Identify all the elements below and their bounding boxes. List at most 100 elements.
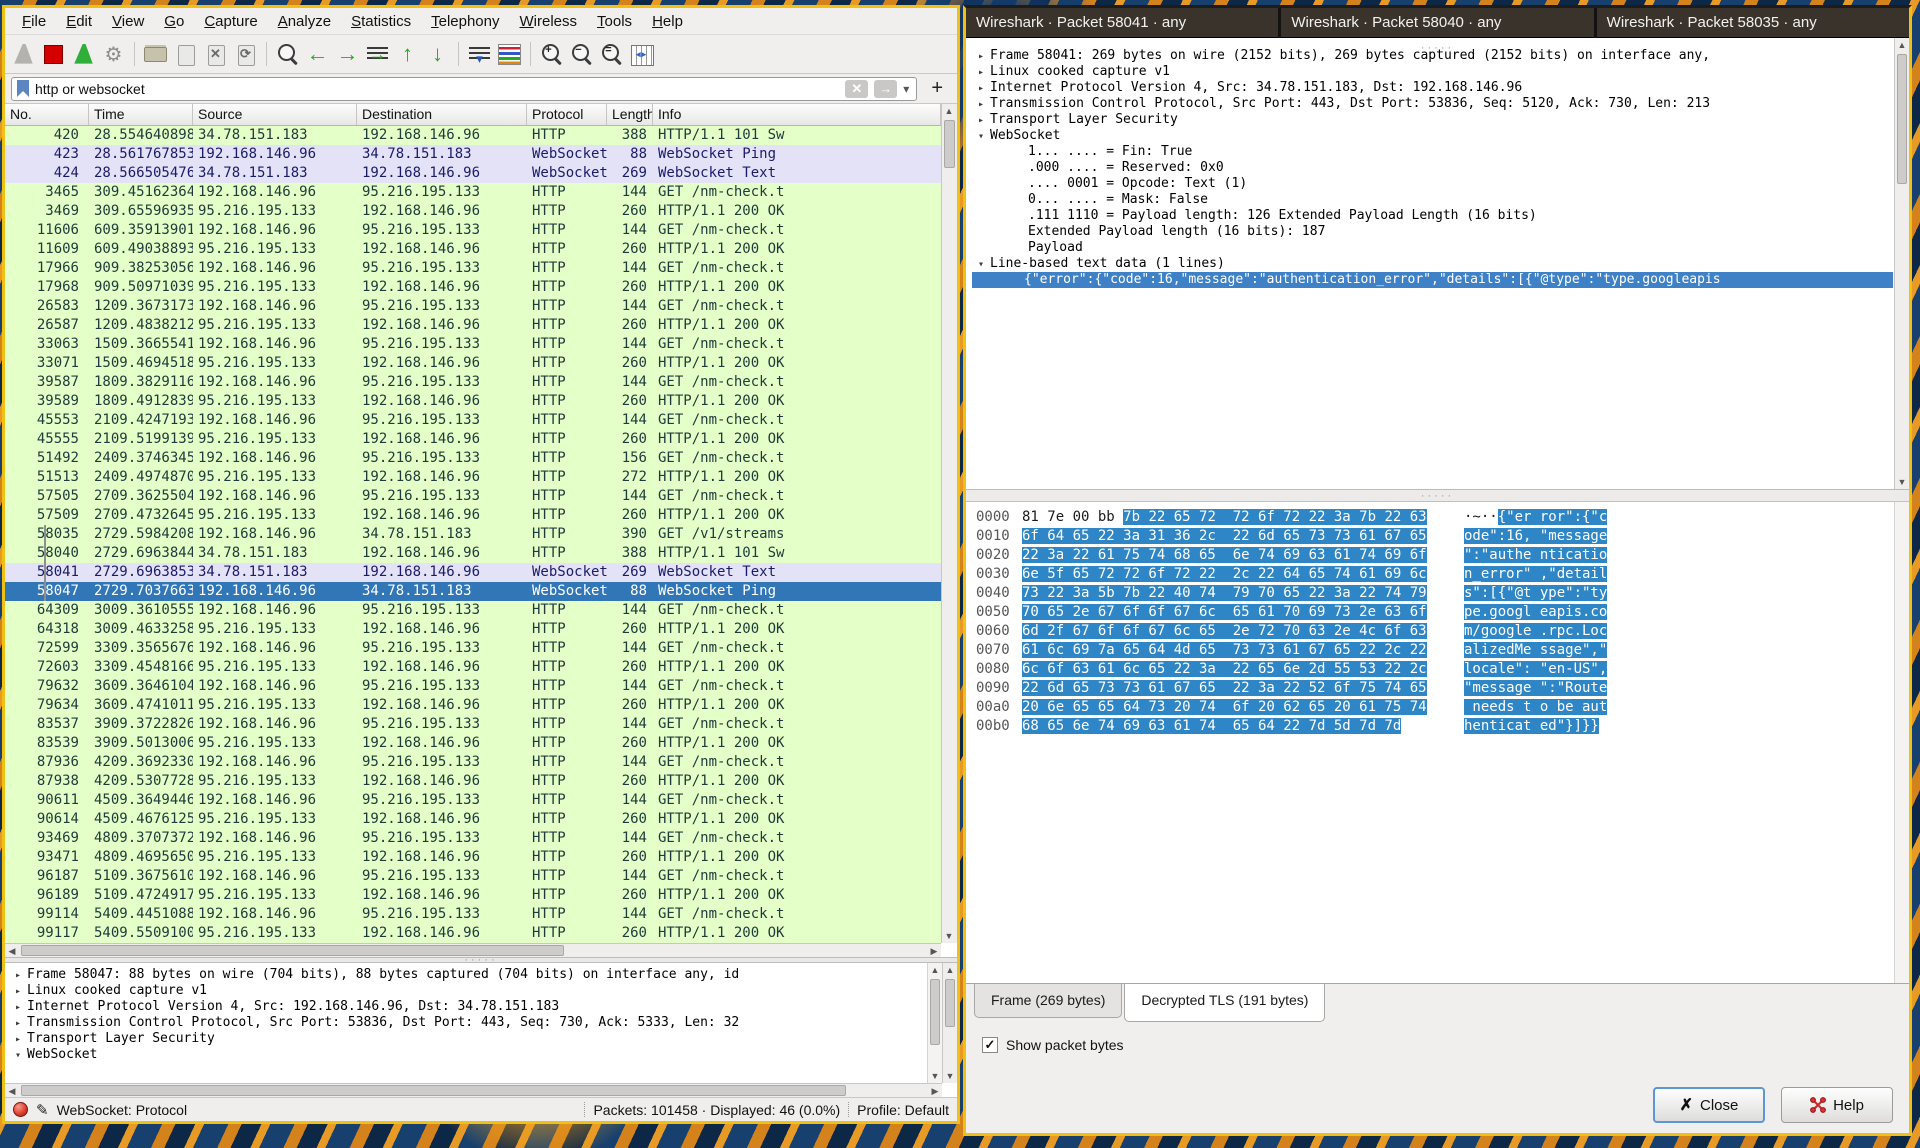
- detail-row[interactable]: ▾WebSocket: [9, 1047, 921, 1063]
- window-titlebar[interactable]: Wireshark · Packet 58040 · any: [1281, 8, 1593, 38]
- packet-row[interactable]: 991145409.4451088…192.168.146.9695.216.1…: [5, 905, 941, 924]
- go-first-packet-icon[interactable]: ↑: [394, 41, 421, 68]
- menu-view[interactable]: View: [103, 11, 153, 32]
- tree-row[interactable]: ▸Transport Layer Security: [972, 112, 1893, 128]
- packet-row[interactable]: 11609609.49038893195.216.195.133192.168.…: [5, 240, 941, 259]
- expand-arrow-icon[interactable]: ▸: [972, 65, 990, 80]
- hex-row[interactable]: 00806c 6f 63 61 6c 65 22 3a 22 65 6e 2d …: [976, 660, 1909, 679]
- start-capture-icon[interactable]: [10, 41, 37, 68]
- tab-decrypted-tls-191-bytes-[interactable]: Decrypted TLS (191 bytes): [1124, 984, 1325, 1022]
- packet-row[interactable]: 330711509.4694518…95.216.195.133192.168.…: [5, 354, 941, 373]
- hex-row[interactable]: 00606d 2f 67 6f 6f 67 6c 65 2e 72 70 63 …: [976, 622, 1909, 641]
- packet-row[interactable]: 395871809.3829116…192.168.146.9695.216.1…: [5, 373, 941, 392]
- reload-capture-icon[interactable]: ⟳: [232, 41, 259, 68]
- scroll-down-icon[interactable]: ▼: [1895, 475, 1909, 489]
- packet-row[interactable]: 906144509.4676125…95.216.195.133192.168.…: [5, 810, 941, 829]
- capture-options-icon[interactable]: ⚙: [100, 41, 127, 68]
- column-header-destination[interactable]: Destination: [357, 104, 527, 125]
- detail-row[interactable]: ▸Internet Protocol Version 4, Src: 192.1…: [9, 999, 921, 1015]
- hscroll-thumb[interactable]: [21, 945, 564, 956]
- go-last-packet-icon[interactable]: ↓: [424, 41, 451, 68]
- scroll-down-icon[interactable]: ▼: [943, 1069, 957, 1083]
- packet-row[interactable]: 725993309.3565676…192.168.146.9695.216.1…: [5, 639, 941, 658]
- expand-arrow-icon[interactable]: ▸: [9, 968, 27, 983]
- tree-row[interactable]: ▸Transmission Control Protocol, Src Port…: [972, 96, 1893, 112]
- colorize-icon[interactable]: [496, 41, 523, 68]
- packet-row[interactable]: 42328.561767853192.168.146.9634.78.151.1…: [5, 145, 941, 164]
- scroll-up-icon[interactable]: ▲: [942, 104, 956, 118]
- hex-row[interactable]: 007061 6c 69 7a 65 64 4d 65 73 73 61 67 …: [976, 641, 1909, 660]
- hex-row[interactable]: 009022 6d 65 73 73 61 67 65 22 3a 22 52 …: [976, 679, 1909, 698]
- go-forward-icon[interactable]: →: [334, 41, 361, 68]
- scroll-right-icon[interactable]: ▶: [927, 944, 941, 958]
- expand-arrow-icon[interactable]: ▸: [9, 984, 27, 999]
- menu-wireless[interactable]: Wireless: [511, 11, 587, 32]
- packet-row[interactable]: 17966909.382530564192.168.146.9695.216.1…: [5, 259, 941, 278]
- filter-add-button[interactable]: +: [923, 77, 951, 100]
- packet-row[interactable]: 514922409.3746345…192.168.146.9695.216.1…: [5, 449, 941, 468]
- tree-vscrollbar[interactable]: ▲ ▼: [1894, 38, 1909, 489]
- details-vscrollbar[interactable]: ▲ ▼: [942, 963, 957, 1083]
- tree-row[interactable]: .111 1110 = Payload length: 126 Extended…: [972, 208, 1893, 224]
- go-to-packet-icon[interactable]: →: [364, 41, 391, 68]
- tree-row[interactable]: ▸Frame 58041: 269 bytes on wire (2152 bi…: [972, 48, 1893, 64]
- zoom-out-icon[interactable]: −: [568, 41, 595, 68]
- packet-row[interactable]: 643183009.4633258…95.216.195.133192.168.…: [5, 620, 941, 639]
- stop-capture-icon[interactable]: [40, 41, 67, 68]
- tree-row[interactable]: ▾Line-based text data (1 lines): [972, 256, 1893, 272]
- tree-row[interactable]: Extended Payload length (16 bits): 187: [972, 224, 1893, 240]
- tree-row[interactable]: Payload: [972, 240, 1893, 256]
- packet-row[interactable]: 580402729.6963844…34.78.151.183192.168.1…: [5, 544, 941, 563]
- packet-list-vscrollbar[interactable]: ▲ ▼: [941, 104, 957, 943]
- hex-row[interactable]: 005070 65 2e 67 6f 6f 67 6c 65 61 70 69 …: [976, 603, 1909, 622]
- packet-row[interactable]: 575052709.3625504…192.168.146.9695.216.1…: [5, 487, 941, 506]
- detail-row[interactable]: ▸Linux cooked capture v1: [9, 983, 921, 999]
- packet-row[interactable]: 991175409.5509100…95.216.195.133192.168.…: [5, 924, 941, 943]
- tree-row[interactable]: 1... .... = Fin: True: [972, 144, 1893, 160]
- packet-list-hscrollbar[interactable]: ◀ ▶: [5, 943, 941, 957]
- show-packet-bytes-checkbox[interactable]: ✓: [982, 1037, 998, 1053]
- hex-row[interactable]: 00106f 64 65 22 3a 31 36 2c 22 6d 65 73 …: [976, 527, 1909, 546]
- vscroll-thumb[interactable]: [1897, 54, 1907, 184]
- packet-row[interactable]: 580412729.6963853…34.78.151.183192.168.1…: [5, 563, 941, 582]
- packet-row[interactable]: 455552109.5199139…95.216.195.133192.168.…: [5, 430, 941, 449]
- column-header-source[interactable]: Source: [193, 104, 357, 125]
- scroll-up-icon[interactable]: ▲: [1895, 38, 1909, 52]
- auto-scroll-icon[interactable]: ▾: [466, 41, 493, 68]
- packet-row[interactable]: 934714809.4695650…95.216.195.133192.168.…: [5, 848, 941, 867]
- hex-row[interactable]: 00a020 6e 65 65 64 73 20 74 6f 20 62 65 …: [976, 698, 1909, 717]
- packet-row[interactable]: 42028.55464089834.78.151.183192.168.146.…: [5, 126, 941, 145]
- menu-go[interactable]: Go: [155, 11, 193, 32]
- resize-columns-icon[interactable]: ◂▸: [628, 41, 655, 68]
- menu-file[interactable]: File: [13, 11, 55, 32]
- detail-row[interactable]: ▸Transport Layer Security: [9, 1031, 921, 1047]
- column-header-info[interactable]: Info: [653, 104, 941, 125]
- packet-row[interactable]: 879364209.3692330…192.168.146.9695.216.1…: [5, 753, 941, 772]
- packet-row[interactable]: 17968909.50971039195.216.195.133192.168.…: [5, 278, 941, 297]
- hex-row[interactable]: 004073 22 3a 5b 7b 22 40 74 79 70 65 22 …: [976, 584, 1909, 603]
- packet-row[interactable]: 11606609.359139013192.168.146.9695.216.1…: [5, 221, 941, 240]
- zoom-100-icon[interactable]: =: [598, 41, 625, 68]
- scroll-down-icon[interactable]: ▼: [928, 1069, 942, 1083]
- close-button[interactable]: ✗ Close: [1653, 1087, 1765, 1123]
- edit-comment-icon[interactable]: ✎: [36, 1101, 49, 1119]
- tree-row[interactable]: .000 .... = Reserved: 0x0: [972, 160, 1893, 176]
- packet-row[interactable]: 265831209.3673173…192.168.146.9695.216.1…: [5, 297, 941, 316]
- expert-info-icon[interactable]: [13, 1102, 28, 1117]
- packet-row[interactable]: 906114509.3649446…192.168.146.9695.216.1…: [5, 791, 941, 810]
- expand-arrow-icon[interactable]: ▸: [9, 1032, 27, 1047]
- scroll-down-icon[interactable]: ▼: [942, 929, 956, 943]
- packet-row[interactable]: 835393909.5013006…95.216.195.133192.168.…: [5, 734, 941, 753]
- packet-row[interactable]: 796343609.4741011…95.216.195.133192.168.…: [5, 696, 941, 715]
- menu-statistics[interactable]: Statistics: [342, 11, 420, 32]
- vscroll-thumb[interactable]: [945, 979, 955, 1027]
- menu-capture[interactable]: Capture: [195, 11, 266, 32]
- window-titlebar[interactable]: Wireshark · Packet 58041 · any: [966, 8, 1278, 38]
- packet-row[interactable]: 835373909.3722826…192.168.146.9695.216.1…: [5, 715, 941, 734]
- expand-arrow-icon[interactable]: ▸: [972, 113, 990, 128]
- tree-row[interactable]: ▸Internet Protocol Version 4, Src: 34.78…: [972, 80, 1893, 96]
- packet-row[interactable]: 796323609.3646104…192.168.146.9695.216.1…: [5, 677, 941, 696]
- scroll-left-icon[interactable]: ◀: [5, 944, 19, 958]
- display-filter-input[interactable]: [35, 81, 839, 97]
- filter-dropdown-icon[interactable]: ▾: [903, 82, 909, 96]
